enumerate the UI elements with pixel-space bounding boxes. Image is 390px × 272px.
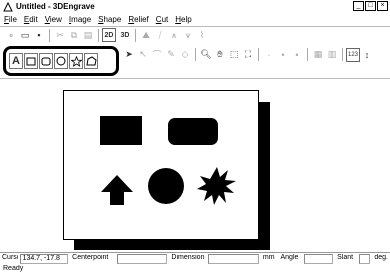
app-logo-icon (3, 1, 13, 11)
centerpoint-value (116, 253, 168, 264)
cut-path-icon[interactable]: ⩚ (167, 28, 181, 42)
menu-relief[interactable]: Relief (128, 15, 148, 24)
menu-file[interactable]: File (4, 15, 17, 24)
open-file-icon[interactable]: ▭ (18, 28, 32, 42)
ellipse-tool-icon[interactable] (54, 53, 68, 69)
zoom-selection-icon[interactable]: ⬚ (227, 48, 241, 62)
menu-shape[interactable]: Shape (98, 15, 121, 24)
eraser-icon[interactable]: ◇ (178, 48, 192, 62)
menu-bar: File Edit View Image Shape Relief Cut He… (0, 13, 390, 25)
menu-cut[interactable]: Cut (156, 15, 168, 24)
new-file-icon[interactable]: ▫ (4, 28, 18, 42)
zoom-icon[interactable]: 🔍︎ (199, 48, 213, 62)
view-3d-button[interactable]: 3D (118, 28, 132, 42)
window-title: Untitled - 3DEngrave (16, 2, 95, 11)
copy-icon[interactable]: ⧉ (67, 28, 81, 42)
maximize-button[interactable]: □ (365, 1, 376, 11)
rounded-rectangle-shape (168, 118, 218, 145)
ungroup-icon[interactable]: ▥ (325, 48, 339, 62)
angle-value (303, 253, 334, 264)
resize-arrows-icon[interactable]: ↕ (360, 48, 374, 62)
engrave-icon[interactable]: ⌇ (195, 28, 209, 42)
cursor-value: 134.7, -17.8 (19, 253, 69, 264)
shape-tools-group: A (3, 46, 119, 76)
star-tool-icon[interactable] (69, 53, 83, 69)
units-label: mm (262, 253, 275, 261)
menu-help[interactable]: Help (175, 15, 191, 24)
slant-label: Slant (337, 253, 354, 261)
polygon-tool-icon[interactable] (84, 53, 98, 69)
align-left-icon[interactable]: · (262, 48, 276, 62)
slant-value (358, 253, 371, 264)
bend-icon[interactable]: ⌒ (150, 48, 164, 62)
toolpath-icon[interactable]: ⩛ (181, 28, 195, 42)
dimension-value (208, 253, 259, 264)
deg-label: deg. (374, 253, 388, 261)
document-canvas[interactable] (63, 90, 259, 240)
menu-edit[interactable]: Edit (24, 15, 38, 24)
minimize-button[interactable]: _ (353, 1, 364, 11)
menu-image[interactable]: Image (69, 15, 91, 24)
pencil-icon[interactable]: ✎ (164, 48, 178, 62)
select-arrow-icon[interactable]: ➤ (122, 48, 136, 62)
pan-hand-icon[interactable]: ✋︎ (213, 48, 227, 62)
status-bar: Cursor 134.7, -17.8 Centerpoint Dimensio… (0, 252, 390, 264)
rectangle-tool-icon[interactable] (24, 53, 38, 69)
group-icon[interactable]: ▦ (311, 48, 325, 62)
align-center-icon[interactable]: • (276, 48, 290, 62)
bottom-status-text: Ready (3, 265, 24, 272)
cursor-label: Cursor (2, 253, 18, 261)
main-toolbar: ▫ ▭ ▪ ✂ ⧉ ▤ 2D 3D ⛰ ⧸ ⩚ ⩛ ⌇ (0, 26, 390, 43)
save-icon[interactable]: ▪ (32, 28, 46, 42)
zoom-extents-icon[interactable]: ⛶ (241, 48, 255, 62)
canvas-shapes (100, 116, 236, 205)
relief-icon[interactable]: ⛰ (139, 28, 153, 42)
rounded-rectangle-tool-icon[interactable] (39, 53, 53, 69)
text-tool-button[interactable]: A (9, 53, 23, 69)
rectangle-shape (100, 116, 142, 145)
node-edit-icon[interactable]: ↖ (136, 48, 150, 62)
paste-icon[interactable]: ▤ (81, 28, 95, 42)
angle-label: Angle (280, 253, 299, 261)
scale-button[interactable]: 123 (346, 47, 360, 62)
starburst-shape (197, 167, 236, 205)
menu-view[interactable]: View (45, 15, 62, 24)
circle-shape (148, 168, 184, 204)
dimension-label: Dimension (171, 253, 205, 261)
view-2d-button[interactable]: 2D (102, 28, 116, 42)
sculpt-icon[interactable]: ⧸ (153, 28, 167, 42)
centerpoint-label: Centerpoint (72, 253, 109, 261)
align-right-icon[interactable]: • (290, 48, 304, 62)
title-bar: Untitled - 3DEngrave _ □ × (0, 0, 390, 13)
arrow-shape (101, 175, 133, 205)
close-button[interactable]: × (377, 1, 388, 11)
cut-icon[interactable]: ✂ (53, 28, 67, 42)
